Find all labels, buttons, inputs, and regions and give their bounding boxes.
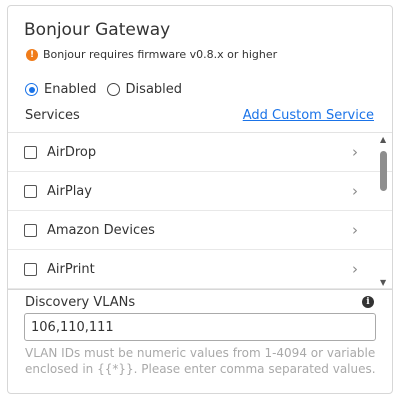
disabled-radio-label[interactable]: Disabled	[126, 82, 182, 97]
chevron-right-icon[interactable]: ›	[352, 143, 358, 161]
list-item[interactable]: Amazon Devices ›	[8, 211, 392, 250]
scroll-down-arrow-icon[interactable]: ▼	[380, 278, 386, 287]
warning-icon: !	[26, 48, 38, 61]
info-icon[interactable]: i	[362, 296, 374, 308]
chevron-right-icon[interactable]: ›	[352, 221, 358, 239]
list-item[interactable]: AirDrop ›	[8, 133, 392, 172]
service-label: AirDrop	[47, 144, 97, 160]
scroll-thumb[interactable]	[380, 151, 387, 191]
services-label: Services	[25, 108, 80, 123]
panel-title: Bonjour Gateway	[24, 20, 171, 40]
services-scrollbar[interactable]: ▲ ▼	[376, 133, 392, 289]
discovery-vlans-label: Discovery VLANs	[25, 295, 136, 310]
chevron-right-icon[interactable]: ›	[352, 260, 358, 278]
list-item[interactable]: AirPrint ›	[8, 250, 392, 289]
scroll-up-arrow-icon[interactable]: ▲	[380, 135, 386, 144]
disabled-radio[interactable]	[106, 83, 120, 96]
service-label: AirPrint	[47, 261, 95, 277]
service-checkbox[interactable]	[24, 145, 37, 159]
add-custom-service-link[interactable]: Add Custom Service	[243, 108, 374, 123]
service-checkbox[interactable]	[24, 262, 37, 276]
mode-radio-group: Enabled Disabled	[25, 82, 192, 97]
warning-text: Bonjour requires firmware v0.8.x or high…	[43, 48, 278, 61]
service-checkbox[interactable]	[24, 184, 37, 198]
service-label: AirPlay	[47, 183, 92, 199]
firmware-warning: ! Bonjour requires firmware v0.8.x or hi…	[26, 48, 277, 61]
discovery-vlans-input[interactable]	[24, 313, 376, 341]
services-list: AirDrop › AirPlay › Amazon Devices › Air…	[8, 132, 392, 290]
enabled-radio[interactable]	[25, 83, 38, 96]
enabled-radio-label[interactable]: Enabled	[44, 82, 97, 97]
chevron-right-icon[interactable]: ›	[352, 182, 358, 200]
service-label: Amazon Devices	[47, 222, 155, 238]
service-checkbox[interactable]	[24, 223, 37, 237]
bonjour-gateway-panel: Bonjour Gateway ! Bonjour requires firmw…	[7, 5, 393, 394]
vlan-help-text: VLAN IDs must be numeric values from 1-4…	[25, 346, 376, 376]
list-item[interactable]: AirPlay ›	[8, 172, 392, 211]
